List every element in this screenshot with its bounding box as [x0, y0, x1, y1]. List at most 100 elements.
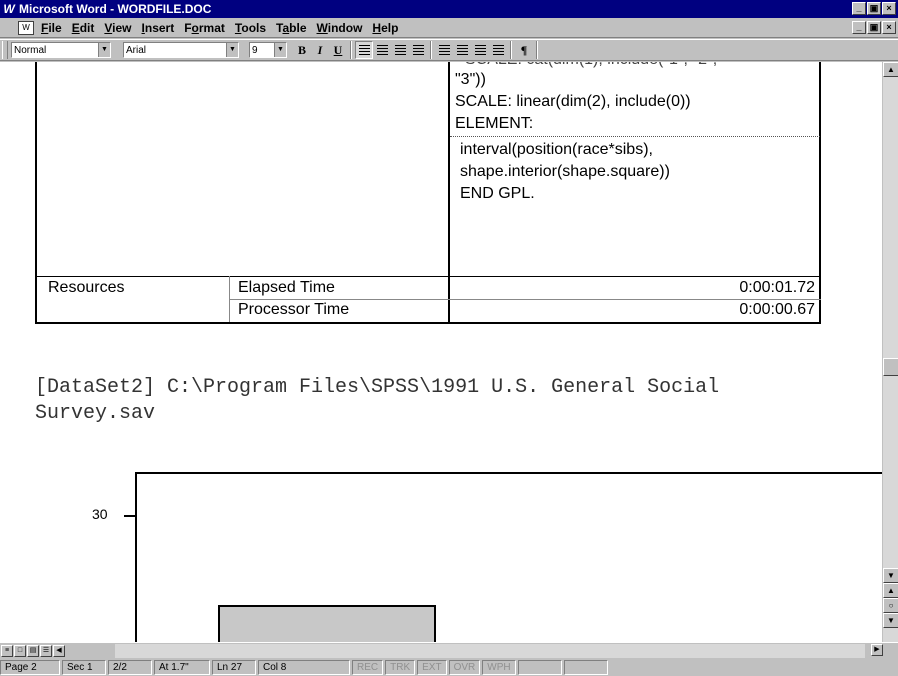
code-line: END GPL.: [460, 185, 535, 202]
decrease-indent-button[interactable]: [471, 41, 489, 59]
status-line: Ln 27: [212, 660, 256, 675]
web-layout-button[interactable]: □: [14, 644, 26, 657]
status-rec[interactable]: REC: [352, 660, 384, 675]
menu-table[interactable]: Table: [271, 21, 311, 35]
status-pages: 2/2: [108, 660, 152, 675]
toolbar-separator: [536, 41, 538, 59]
scroll-down-button[interactable]: ▼: [883, 568, 898, 583]
scroll-thumb[interactable]: [883, 358, 898, 376]
toolbar-separator: [430, 41, 432, 59]
align-right-button[interactable]: [391, 41, 409, 59]
doc-restore-button[interactable]: ▣: [867, 21, 881, 34]
chevron-down-icon[interactable]: ▼: [98, 43, 110, 57]
next-page-button[interactable]: ▼: [883, 613, 898, 628]
select-browse-object-button[interactable]: ○: [883, 598, 898, 613]
menu-file[interactable]: File: [36, 21, 67, 35]
scroll-right-button[interactable]: ▶: [871, 644, 883, 656]
doc-minimize-button[interactable]: _: [852, 21, 866, 34]
document-area[interactable]: SCALE: cat(dim(1), include("1", "2", "3"…: [0, 62, 882, 642]
table-border-left: [35, 62, 37, 322]
align-right-icon: [394, 45, 406, 55]
font-size-select[interactable]: 9 ▼: [249, 42, 287, 58]
row-value: 0:00:01.72: [739, 279, 815, 296]
toolbar-separator: [350, 41, 352, 59]
code-line: shape.interior(shape.square)): [460, 163, 670, 180]
status-ovr[interactable]: OVR: [448, 660, 481, 675]
menu-help[interactable]: Help: [367, 21, 403, 35]
menu-window[interactable]: Window: [312, 21, 368, 35]
close-button[interactable]: ×: [882, 2, 896, 15]
row-label: Elapsed Time: [238, 279, 335, 296]
italic-button[interactable]: I: [311, 41, 329, 59]
table-border-right: [819, 62, 821, 322]
word-app-icon[interactable]: W: [2, 2, 16, 16]
menu-tools[interactable]: Tools: [230, 21, 271, 35]
restore-button[interactable]: ▣: [867, 2, 881, 15]
align-left-button[interactable]: [355, 41, 373, 59]
code-line-clipped: SCALE: cat(dim(1), include("1", "2",: [465, 62, 717, 70]
chevron-down-icon[interactable]: ▼: [226, 43, 238, 57]
menu-insert[interactable]: Insert: [137, 21, 180, 35]
menu-edit[interactable]: Edit: [67, 21, 100, 35]
font-value: Arial: [126, 44, 147, 56]
previous-page-button[interactable]: ▲: [883, 583, 898, 598]
document-controls: _ ▣ ×: [852, 21, 896, 34]
y-tick-label: 30: [92, 506, 108, 522]
status-empty: [563, 660, 608, 675]
increase-indent-icon: [492, 45, 504, 55]
numbering-button[interactable]: [435, 41, 453, 59]
status-wph[interactable]: WPH: [482, 660, 516, 675]
horizontal-scroll-track[interactable]: [115, 644, 865, 658]
dataset-path-line: [DataSet2] C:\Program Files\SPSS\1991 U.…: [35, 376, 720, 399]
code-line: ELEMENT:: [455, 115, 534, 132]
increase-indent-button[interactable]: [489, 41, 507, 59]
bullets-button[interactable]: [453, 41, 471, 59]
formatting-toolbar: Normal ▼ Arial ▼ 9 ▼ B I U ¶: [0, 39, 898, 61]
style-select[interactable]: Normal ▼: [11, 42, 111, 58]
status-column: Col 8: [258, 660, 350, 675]
code-line: interval(position(race*sibs),: [460, 141, 653, 158]
font-select[interactable]: Arial ▼: [123, 42, 239, 58]
scroll-up-button[interactable]: ▲: [883, 62, 898, 77]
title-bar: W Microsoft Word - WORDFILE.DOC _ ▣ ×: [0, 0, 898, 18]
status-bar: Page 2 Sec 1 2/2 At 1.7" Ln 27 Col 8 REC…: [0, 659, 898, 676]
chevron-down-icon[interactable]: ▼: [274, 43, 286, 57]
menu-format[interactable]: Format: [179, 21, 230, 35]
row-label: Processor Time: [238, 301, 350, 318]
outline-view-button[interactable]: ☰: [40, 644, 52, 657]
status-at: At 1.7": [154, 660, 210, 675]
view-bar: ≡ □ ▤ ☰ ◀ ▶: [0, 642, 898, 658]
dataset-path-line: Survey.sav: [35, 402, 156, 425]
chart-bar: [218, 605, 436, 642]
code-line: SCALE: linear(dim(2), include(0)): [455, 93, 691, 110]
y-tick-mark: [124, 515, 135, 517]
align-center-icon: [376, 45, 388, 55]
status-page: Page 2: [0, 660, 60, 675]
normal-view-button[interactable]: ≡: [1, 644, 13, 657]
align-center-button[interactable]: [373, 41, 391, 59]
row-value: 0:00:00.67: [739, 301, 815, 318]
justify-button[interactable]: [409, 41, 427, 59]
underline-button[interactable]: U: [329, 41, 347, 59]
menu-view[interactable]: View: [99, 21, 136, 35]
print-layout-button[interactable]: ▤: [27, 644, 39, 657]
doc-close-button[interactable]: ×: [882, 21, 896, 34]
table-border-bottom: [35, 322, 821, 324]
show-hide-button[interactable]: ¶: [515, 41, 533, 59]
document-icon[interactable]: W: [18, 20, 34, 35]
style-value: Normal: [14, 44, 47, 56]
minimize-button[interactable]: _: [852, 2, 866, 15]
status-empty: [517, 660, 562, 675]
window-controls: _ ▣ ×: [852, 2, 896, 15]
align-left-icon: [358, 45, 370, 55]
status-ext[interactable]: EXT: [417, 660, 447, 675]
vertical-scrollbar[interactable]: ▲ ▼ ▲ ○ ▼: [882, 62, 898, 642]
cell-separator: [450, 136, 820, 137]
code-line: "3")): [455, 71, 486, 88]
toolbar-grip[interactable]: [2, 41, 8, 59]
status-trk[interactable]: TRK: [385, 660, 416, 675]
bullets-icon: [456, 45, 468, 55]
bold-button[interactable]: B: [293, 41, 311, 59]
scroll-left-button[interactable]: ◀: [53, 644, 65, 657]
column-divider: [229, 276, 230, 322]
